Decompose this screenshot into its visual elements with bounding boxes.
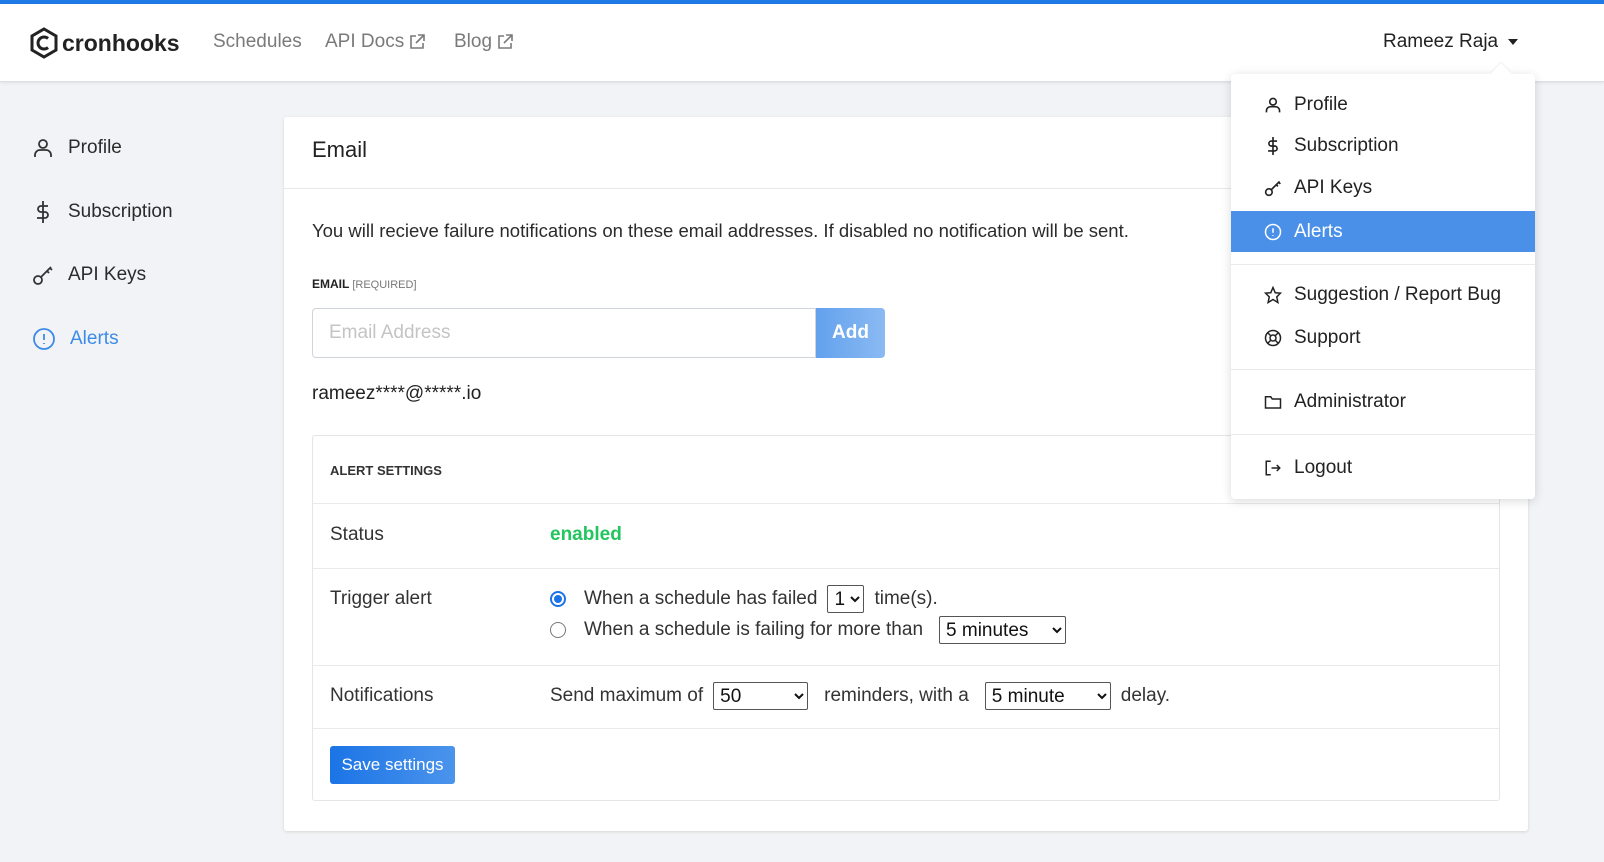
sidebar-item-label: API Keys bbox=[68, 264, 147, 285]
status-value[interactable]: enabled bbox=[550, 524, 622, 546]
menu-item-label: Logout bbox=[1294, 457, 1353, 478]
user-icon bbox=[34, 139, 52, 157]
email-input[interactable] bbox=[312, 308, 816, 358]
nav-label: API Docs bbox=[325, 31, 405, 52]
user-icon bbox=[1265, 97, 1281, 113]
option-text: When a schedule is failing for more than bbox=[584, 619, 924, 640]
user-dropdown-menu: Profile Subscription API Keys Alerts Sug… bbox=[1231, 63, 1535, 499]
option-text: When a schedule has failed bbox=[584, 588, 818, 609]
sidebar-item-label: Alerts bbox=[70, 328, 119, 349]
external-link-icon bbox=[410, 34, 426, 49]
email-list-item: rameez****@*****.io bbox=[312, 383, 482, 404]
folder-icon bbox=[1264, 396, 1282, 409]
email-label-text: EMAIL bbox=[312, 277, 350, 291]
divider bbox=[313, 503, 1499, 504]
nav-label: Schedules bbox=[213, 31, 302, 52]
lifebuoy-icon bbox=[1264, 329, 1282, 347]
divider bbox=[313, 568, 1499, 569]
menu-item-label: API Keys bbox=[1294, 177, 1373, 198]
key-icon bbox=[33, 266, 53, 285]
sidebar-item-subscription[interactable]: Subscription bbox=[32, 200, 173, 224]
sidebar-item-label: Profile bbox=[68, 137, 122, 158]
user-name: Rameez Raja bbox=[1383, 31, 1499, 52]
menu-item-label: Support bbox=[1294, 327, 1361, 348]
required-hint: [REQUIRED] bbox=[352, 279, 417, 291]
menu-item-profile[interactable]: Profile bbox=[1231, 85, 1535, 125]
sidebar-item-api-keys[interactable]: API Keys bbox=[32, 264, 146, 286]
dollar-icon bbox=[1268, 137, 1278, 155]
status-label: Status bbox=[330, 524, 384, 545]
failing-duration-select[interactable]: 5 minutes bbox=[939, 616, 1067, 644]
sidebar-item-label: Subscription bbox=[68, 201, 173, 222]
logout-icon bbox=[1265, 460, 1281, 476]
notifications-settings: Send maximum of 50 reminders, with a 5 m… bbox=[550, 682, 1170, 710]
notif-text: Send maximum of bbox=[550, 685, 704, 706]
menu-item-alerts[interactable]: Alerts bbox=[1231, 211, 1535, 252]
menu-item-label: Administrator bbox=[1294, 391, 1406, 412]
divider bbox=[1231, 264, 1535, 265]
alert-circle-icon bbox=[1264, 223, 1282, 240]
menu-item-api-keys[interactable]: API Keys bbox=[1231, 168, 1535, 208]
max-reminders-select[interactable]: 50 bbox=[713, 682, 809, 710]
divider bbox=[313, 728, 1499, 729]
menu-item-logout[interactable]: Logout bbox=[1231, 448, 1535, 488]
trigger-option-failing-duration: When a schedule is failing for more than… bbox=[550, 616, 1067, 644]
menu-item-label: Suggestion / Report Bug bbox=[1294, 284, 1502, 305]
notif-text: delay. bbox=[1120, 685, 1171, 706]
trigger-label: Trigger alert bbox=[330, 588, 432, 609]
nav-label: Blog bbox=[454, 31, 493, 52]
alert-settings-title: ALERT SETTINGS bbox=[330, 463, 442, 478]
menu-item-label: Alerts bbox=[1294, 220, 1343, 242]
menu-item-support[interactable]: Support bbox=[1231, 318, 1535, 358]
star-icon bbox=[1264, 286, 1282, 304]
divider bbox=[1231, 434, 1535, 435]
key-icon bbox=[1264, 180, 1281, 197]
menu-item-label: Profile bbox=[1294, 94, 1348, 115]
nav-blog[interactable]: Blog bbox=[454, 31, 514, 53]
menu-item-subscription[interactable]: Subscription bbox=[1231, 126, 1535, 166]
option-suffix: time(s). bbox=[874, 588, 938, 609]
menu-item-administrator[interactable]: Administrator bbox=[1231, 382, 1535, 422]
sidebar-item-alerts[interactable]: Alerts bbox=[32, 327, 119, 351]
divider bbox=[1231, 369, 1535, 370]
reminder-delay-select[interactable]: 5 minute bbox=[984, 682, 1111, 710]
card-title: Email bbox=[312, 137, 368, 162]
brand-logo[interactable]: cronhooks bbox=[30, 27, 180, 59]
notif-text: reminders, with a bbox=[824, 685, 969, 706]
external-link-icon bbox=[498, 34, 513, 49]
caret-down-icon bbox=[1508, 39, 1519, 45]
dollar-icon bbox=[37, 201, 49, 223]
user-menu-toggle[interactable]: Rameez Raja bbox=[1383, 31, 1519, 53]
brand-name: cronhooks bbox=[62, 29, 180, 56]
nav-api-docs[interactable]: API Docs bbox=[325, 31, 426, 53]
radio-failed-count[interactable] bbox=[550, 591, 566, 607]
save-settings-button[interactable]: Save settings bbox=[330, 746, 455, 784]
nav-schedules[interactable]: Schedules bbox=[213, 31, 302, 53]
failed-count-select[interactable]: 1 bbox=[827, 585, 865, 613]
menu-item-suggestion[interactable]: Suggestion / Report Bug bbox=[1231, 275, 1535, 315]
description: You will recieve failure notifications o… bbox=[312, 220, 1129, 241]
notifications-label: Notifications bbox=[330, 685, 434, 706]
cronhooks-logo-icon bbox=[30, 27, 58, 59]
divider bbox=[313, 665, 1499, 666]
sidebar-item-profile[interactable]: Profile bbox=[32, 137, 122, 159]
email-label: EMAIL [REQUIRED] bbox=[312, 277, 417, 291]
alert-circle-icon bbox=[33, 328, 55, 350]
menu-item-label: Subscription bbox=[1294, 135, 1399, 156]
add-email-button[interactable]: Add bbox=[816, 308, 885, 358]
radio-failing-duration[interactable] bbox=[550, 622, 566, 638]
trigger-option-failed-count: When a schedule has failed 1 time(s). bbox=[550, 585, 938, 613]
